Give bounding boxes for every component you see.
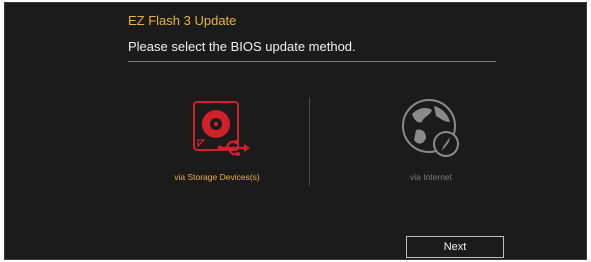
internet-option[interactable]: via Internet xyxy=(356,96,506,186)
storage-devices-option[interactable]: via Storage Devices(s) xyxy=(142,96,292,186)
globe-icon xyxy=(396,96,466,162)
storage-devices-label: via Storage Devices(s) xyxy=(174,172,260,182)
dialog-prompt: Please select the BIOS update method. xyxy=(128,39,356,54)
header-divider xyxy=(128,61,496,62)
next-button[interactable]: Next xyxy=(406,236,504,258)
storage-usb-icon xyxy=(182,96,252,162)
internet-label: via Internet xyxy=(409,172,453,182)
dialog-title: EZ Flash 3 Update xyxy=(128,13,237,28)
options-divider xyxy=(309,98,310,186)
